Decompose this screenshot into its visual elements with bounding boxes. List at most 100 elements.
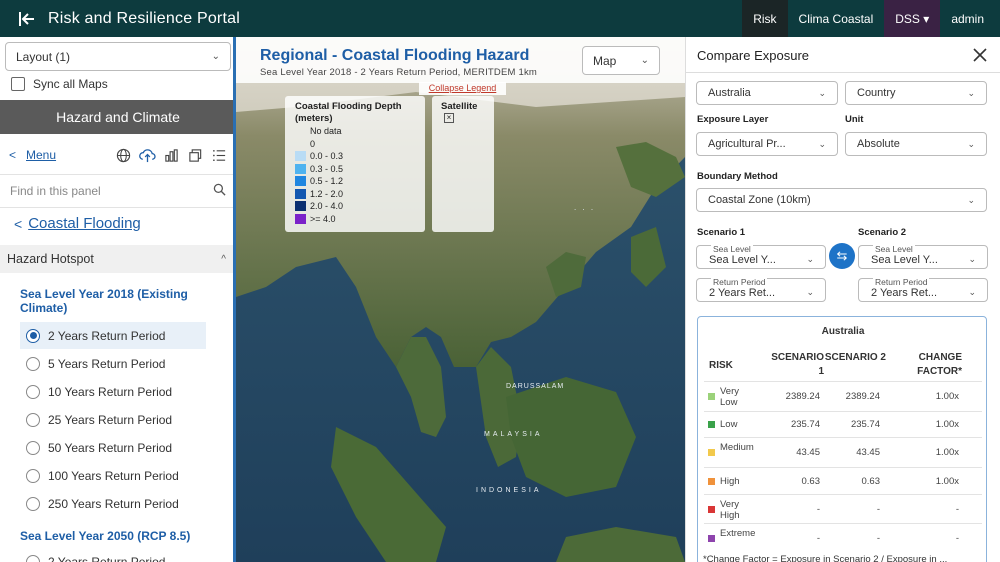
radio-button[interactable] — [26, 384, 40, 399]
chevron-down-icon: ⌄ — [211, 51, 220, 62]
app-title: Risk and Resilience Portal — [48, 9, 240, 27]
boundary-method-select[interactable]: Coastal Zone (10km) ⌄ — [696, 188, 987, 212]
region-select[interactable]: Australia ⌄ — [696, 81, 838, 105]
legend-item: 1.2 - 2.0 — [295, 188, 415, 201]
return-period-option[interactable]: 10 Years Return Period — [20, 378, 206, 405]
hazard-hotspot-header[interactable]: Hazard Hotspot ^ — [0, 245, 233, 273]
chevron-left-icon[interactable]: < — [14, 216, 22, 232]
cell-s1: 0.63 — [801, 475, 821, 487]
search-icon[interactable] — [213, 183, 226, 199]
sync-maps-label: Sync all Maps — [33, 77, 108, 91]
legend-label: 0.5 - 1.2 — [310, 176, 344, 187]
scenario1-sea-level-select[interactable]: Sea Level Sea Level Y... ⌄ — [696, 245, 826, 269]
cell-s2: 43.45 — [856, 447, 880, 458]
radio-button[interactable] — [26, 328, 40, 343]
menu-link[interactable]: Menu — [26, 148, 56, 162]
top-bar: Risk and Resilience Portal Risk Clima Co… — [0, 0, 1000, 37]
cell-cf: 1.00x — [935, 391, 959, 402]
swap-scenarios-icon[interactable]: ⇆ — [829, 243, 855, 269]
cell-s2: 235.74 — [850, 419, 880, 430]
comparison-result-card: Australia RISK SCENARIO 1 SCENARIO 2 CHA… — [697, 316, 987, 562]
return-period-label: 100 Years Return Period — [48, 468, 179, 483]
chevron-down-icon: ⌄ — [967, 87, 975, 98]
radio-button[interactable] — [26, 412, 40, 427]
legend-label: >= 4.0 — [310, 213, 336, 224]
table-row: Very Low 2389.24 2389.24 1.00x — [704, 381, 982, 411]
cell-s2: - — [876, 503, 880, 515]
list-icon[interactable] — [211, 147, 228, 164]
radio-button[interactable] — [26, 356, 40, 371]
risk-swatch — [708, 421, 715, 428]
map-view[interactable]: . . . DARUSSALAM MALAYSIA INDONESIA Regi… — [236, 37, 685, 562]
legend-item: 0.3 - 0.5 — [295, 163, 415, 176]
unit-select[interactable]: Absolute ⌄ — [845, 132, 987, 156]
radio-button[interactable] — [26, 468, 40, 483]
nav-risk[interactable]: Risk — [742, 0, 788, 37]
return-period-option[interactable]: 50 Years Return Period — [20, 434, 206, 461]
nav-dss-label: DSS — [895, 11, 920, 26]
radio-button[interactable] — [26, 440, 40, 455]
radio-button[interactable] — [26, 496, 40, 511]
sync-maps-row[interactable]: Sync all Maps — [11, 77, 108, 91]
scenario2-return-period-select[interactable]: Return Period 2 Years Ret... ⌄ — [858, 278, 988, 302]
close-icon[interactable]: × — [444, 113, 454, 123]
map-label-darussalam: DARUSSALAM — [506, 383, 565, 390]
breadcrumb-coastal-flooding[interactable]: Coastal Flooding — [28, 215, 141, 232]
return-period-label: 10 Years Return Period — [48, 384, 173, 399]
back-arrow-icon[interactable] — [12, 0, 42, 37]
map-label-indonesia: INDONESIA — [476, 487, 542, 494]
legend-item: >= 4.0 — [295, 213, 415, 226]
bar-chart-icon[interactable] — [163, 147, 180, 164]
search-input[interactable]: Find in this panel — [10, 184, 101, 198]
return-period-option[interactable]: 2 Years Return Period — [20, 548, 206, 562]
legend-label: 2.0 - 4.0 — [310, 201, 344, 212]
region-select-value: Australia — [708, 87, 751, 99]
risk-swatch — [708, 477, 715, 485]
breadcrumb[interactable]: < Coastal Flooding — [14, 215, 141, 232]
return-period-option[interactable]: 100 Years Return Period — [20, 462, 206, 489]
satellite-layer-box: Satellite× — [432, 96, 494, 232]
nav-admin[interactable]: admin — [940, 0, 1000, 37]
cell-cf: 1.00x — [935, 475, 959, 487]
layout-select[interactable]: Layout (1) ⌄ — [5, 42, 231, 71]
exposure-layer-select[interactable]: Agricultural Pr... ⌄ — [696, 132, 838, 156]
return-period-option[interactable]: 250 Years Return Period — [20, 490, 206, 517]
globe-icon[interactable] — [115, 147, 132, 164]
cell-cf: 1.00x — [935, 447, 959, 458]
return-period-option[interactable]: 25 Years Return Period — [20, 406, 206, 433]
legend-swatch — [295, 163, 306, 174]
scenario1-return-period-select[interactable]: Return Period 2 Years Ret... ⌄ — [696, 278, 826, 302]
map-view-select[interactable]: Map ⌄ — [582, 46, 660, 75]
map-header: Regional - Coastal Flooding Hazard Sea L… — [236, 37, 685, 83]
panel-search[interactable]: Find in this panel — [0, 174, 233, 208]
chevron-down-icon: ⌄ — [967, 194, 975, 205]
level-select[interactable]: Country ⌄ — [845, 81, 987, 105]
nav-clima-coastal[interactable]: Clima Coastal — [788, 0, 885, 37]
legend-label: 0.0 - 0.3 — [310, 151, 344, 162]
scenario1-label: Scenario 1 — [697, 227, 746, 238]
cell-s1: - — [816, 533, 820, 544]
exposure-layer-label: Exposure Layer — [697, 114, 769, 125]
legend-swatch — [295, 139, 306, 149]
return-period-option[interactable]: 2 Years Return Period — [20, 322, 206, 349]
exposure-layer-value: Agricultural Pr... — [708, 138, 786, 150]
legend-item: 2.0 - 4.0 — [295, 200, 415, 213]
chevron-up-icon[interactable]: ^ — [221, 254, 226, 265]
hazard-panel: Layout (1) ⌄ Sync all Maps Hazard and Cl… — [0, 37, 236, 562]
copy-icon[interactable] — [187, 147, 204, 164]
legend-label: 1.2 - 2.0 — [310, 188, 344, 199]
close-icon[interactable] — [971, 46, 989, 64]
table-row: Very High - - - — [704, 494, 982, 523]
sync-maps-checkbox[interactable] — [11, 77, 25, 91]
scenario2-sea-level-select[interactable]: Sea Level Sea Level Y... ⌄ — [858, 245, 988, 269]
nav-dss[interactable]: DSS ▾ — [884, 0, 941, 37]
collapse-legend-link[interactable]: Collapse Legend — [419, 82, 506, 95]
table-row: Medium 43.45 43.45 1.00x — [704, 437, 982, 467]
radio-button[interactable] — [26, 554, 40, 562]
cloud-upload-icon[interactable] — [139, 147, 156, 164]
return-period-option[interactable]: 5 Years Return Period — [20, 350, 206, 377]
boundary-method-value: Coastal Zone (10km) — [708, 194, 811, 206]
chevron-left-icon[interactable]: < — [9, 148, 16, 162]
col-header-change-factor: CHANGE FACTOR* — [917, 352, 962, 377]
cell-s1: 2389.24 — [785, 391, 820, 402]
